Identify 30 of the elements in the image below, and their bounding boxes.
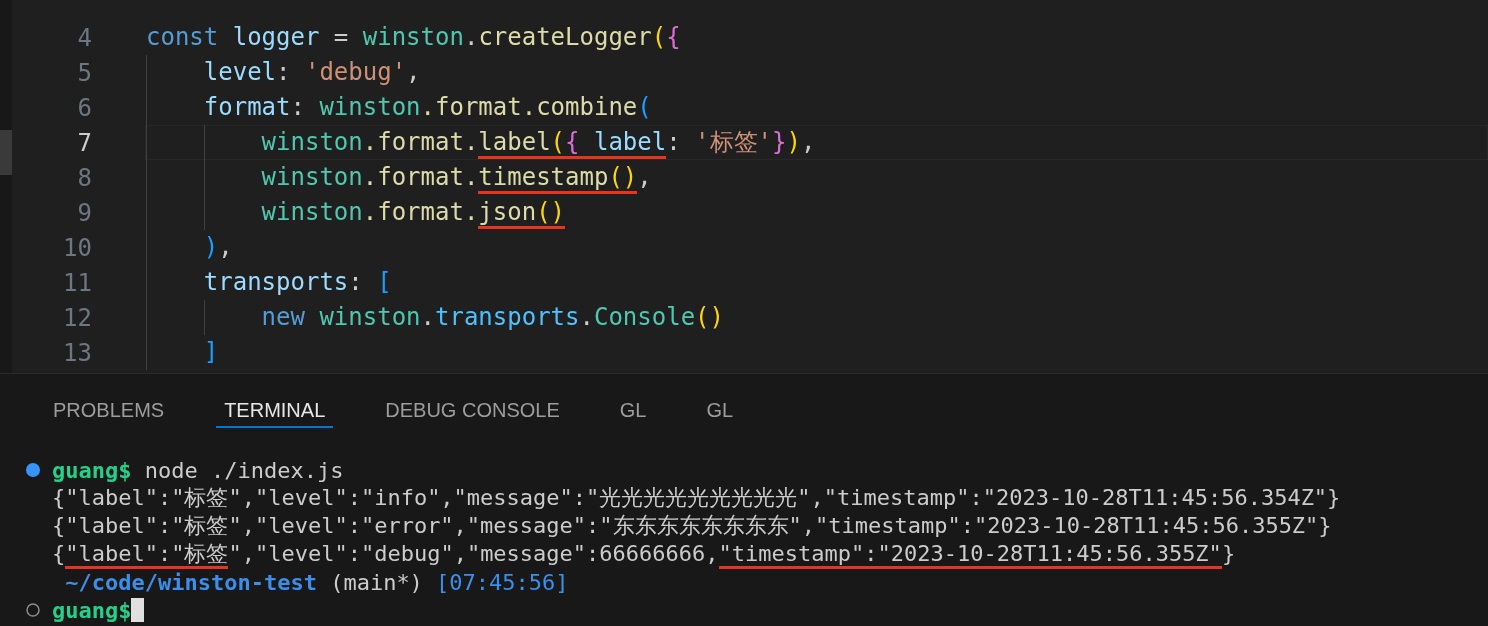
line-number: 12 (62, 303, 92, 332)
line-number: 13 (62, 338, 92, 367)
line-number: 4 (76, 23, 92, 52)
line-number: 10 (62, 233, 92, 262)
code-line: level: 'debug', (145, 55, 1488, 90)
terminal-line: guang$ (52, 597, 132, 623)
panel-tab[interactable]: PROBLEMS (45, 374, 173, 428)
line-number: 6 (76, 93, 92, 122)
code-line: format: winston.format.combine( (145, 90, 1488, 125)
line-number: 8 (76, 163, 92, 192)
line-number: 11 (62, 268, 92, 297)
terminal-line: ~/code/winston-test (main*) [07:45:56] (64, 569, 569, 595)
code-line: ] (145, 335, 1488, 370)
terminal-line: {"label":"标签","level":"debug","message":66666666,"timestamp":"2023-10-28T11:45:56.355Z"} (52, 539, 1236, 569)
panel-tab[interactable]: GL (698, 374, 742, 428)
line-number: 7 (76, 128, 92, 157)
code-line: ), (145, 230, 1488, 265)
code-line: winston.format.timestamp(), (145, 160, 1488, 195)
code-line: const logger = winston.createLogger({ (145, 22, 682, 53)
panel-tab[interactable]: TERMINAL (216, 374, 334, 428)
code-line: new winston.transports.Console() (145, 300, 1488, 335)
terminal-line: guang$ node ./index.js (52, 457, 344, 483)
line-number: 9 (76, 198, 92, 227)
code-line: transports: [ (145, 265, 1488, 300)
terminal-line: {"label":"标签","level":"error","message":"东东东东东东东东","timestamp":"2023-10-28T11:45:56.355Z"} (52, 512, 1332, 540)
code-line: winston.format.json() (145, 195, 1488, 230)
line-number: 5 (76, 58, 92, 87)
panel-tab[interactable]: GL (611, 374, 655, 428)
panel-tab[interactable]: DEBUG CONSOLE (377, 374, 568, 428)
terminal-line: {"label":"标签","level":"info","message":"光光光光光光光光光","timestamp":"2023-10-28T11:45:56.354Z"} (52, 484, 1341, 512)
